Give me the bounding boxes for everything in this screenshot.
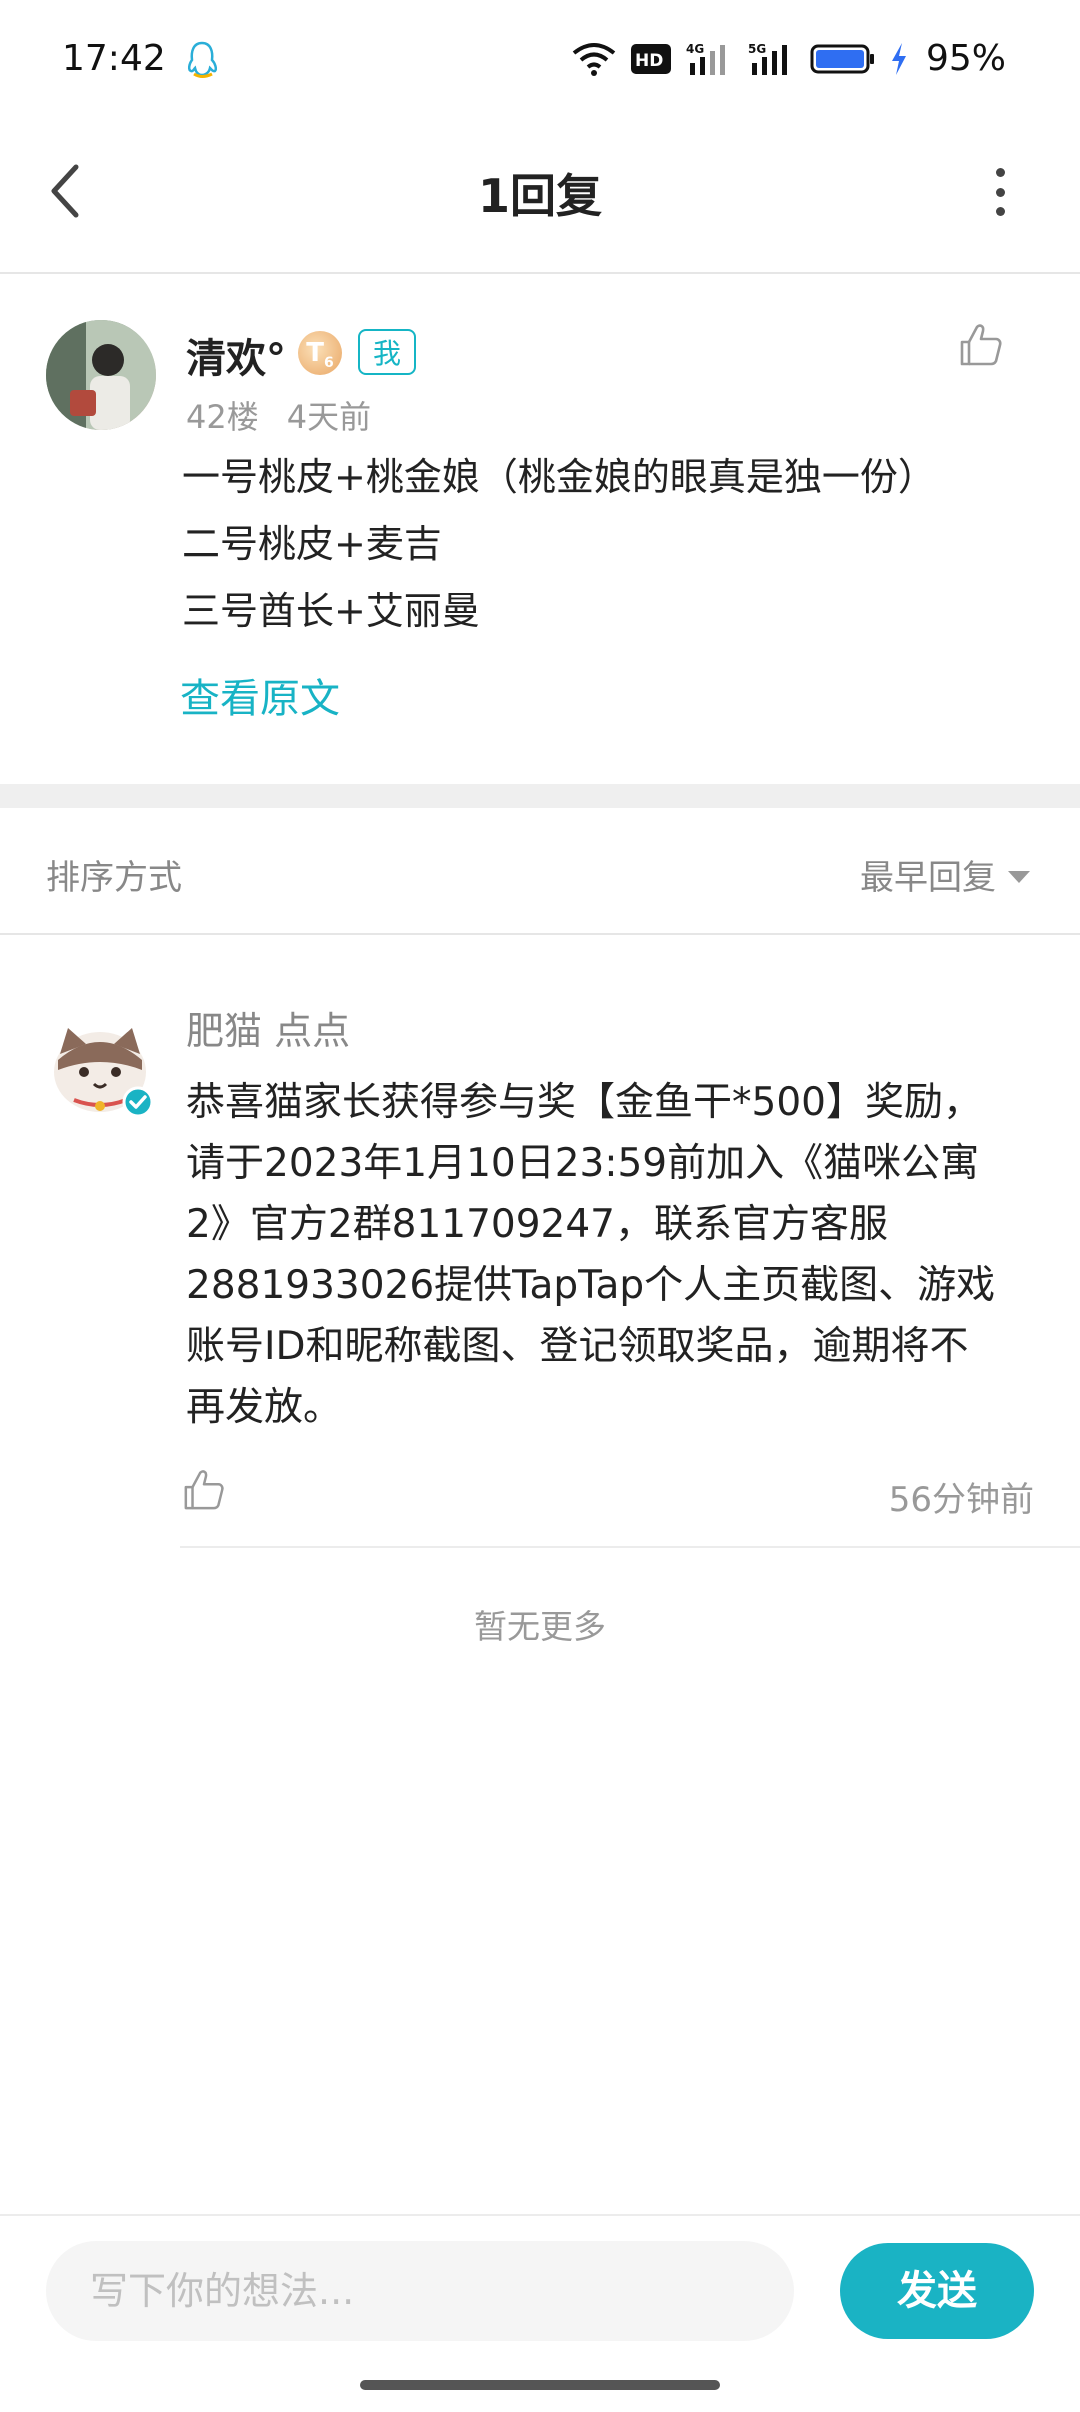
no-more-text: 暂无更多 <box>474 1607 606 1646</box>
level-number: 6 <box>324 355 334 372</box>
wifi-icon <box>572 42 616 76</box>
post-line: 二号桃皮+麦吉 <box>182 522 442 566</box>
thumbs-up-icon[interactable] <box>958 322 1004 368</box>
caret-down-icon <box>1008 870 1030 883</box>
reply-input[interactable] <box>46 2241 794 2341</box>
view-original-link[interactable]: 查看原文 <box>180 666 340 724</box>
status-time: 17:42 <box>62 38 166 79</box>
status-icons: HD 4G 5G 95% <box>572 38 1006 79</box>
sort-label: 排序方式 <box>46 858 182 898</box>
charging-icon <box>891 42 906 75</box>
post-author-avatar[interactable] <box>46 320 156 430</box>
post-meta: 42楼 4天前 <box>186 392 371 438</box>
divider <box>0 933 1080 935</box>
hd-icon: HD <box>630 43 671 74</box>
post-line: 一号桃皮+桃金娘（桃金娘的眼真是独一份） <box>182 455 936 499</box>
post-content: 一号桃皮+桃金娘（桃金娘的眼真是独一份） 二号桃皮+麦吉 三号酋长+艾丽曼 <box>182 444 1042 645</box>
sort-selected: 最早回复 <box>860 858 996 898</box>
battery-icon <box>810 44 874 73</box>
svg-text:5G: 5G <box>748 42 766 56</box>
post-time: 4天前 <box>286 398 372 436</box>
reply-line: 2》官方2群811709247，联系官方客服 <box>186 1202 888 1247</box>
avatar-image <box>46 320 156 430</box>
thumbs-up-icon[interactable] <box>182 1468 226 1512</box>
dot <box>995 168 1005 177</box>
reply-author-name[interactable]: 肥猫 点点 <box>186 1000 350 1055</box>
more-vertical-icon[interactable] <box>982 168 1018 216</box>
dot <box>995 207 1005 216</box>
divider <box>180 1546 1080 1548</box>
level-letter: T <box>306 338 324 368</box>
sort-dropdown[interactable]: 最早回复 <box>860 850 1030 899</box>
post-line: 三号酋长+艾丽曼 <box>182 589 480 633</box>
floor-number: 42楼 <box>186 398 259 436</box>
section-divider <box>0 784 1080 808</box>
reply-time: 56分钟前 <box>888 1480 1034 1520</box>
divider <box>0 2214 1080 2216</box>
level-badge: T6 <box>298 331 342 375</box>
battery-percentage: 95% <box>925 38 1006 79</box>
send-button[interactable]: 发送 <box>840 2243 1034 2339</box>
reply-line: 再发放。 <box>186 1385 343 1430</box>
5g-signal-icon: 5G <box>748 42 787 75</box>
reply-line: 请于2023年1月10日23:59前加入《猫咪公寓 <box>186 1141 980 1186</box>
svg-text:4G: 4G <box>686 42 704 56</box>
qq-icon <box>187 41 218 78</box>
dot <box>995 187 1005 197</box>
page-title: 1回复 <box>477 169 602 223</box>
reply-line: 账号ID和昵称截图、登记领取奖品，逾期将不 <box>186 1324 969 1369</box>
reply-line: 2881933026提供TapTap个人主页截图、游戏 <box>186 1263 996 1308</box>
post-author-name[interactable]: 清欢° <box>186 326 286 384</box>
home-indicator[interactable] <box>360 2380 720 2390</box>
svg-text:HD: HD <box>635 51 663 71</box>
reply-author-avatar[interactable] <box>50 1014 156 1120</box>
me-badge: 我 <box>358 329 416 375</box>
reply-content: 恭喜猫家长获得参与奖【金鱼干*500】奖励， 请于2023年1月10日23:59… <box>186 1072 1036 1438</box>
reply-line: 恭喜猫家长获得参与奖【金鱼干*500】奖励， <box>186 1080 982 1125</box>
4g-signal-icon: 4G <box>686 42 725 75</box>
